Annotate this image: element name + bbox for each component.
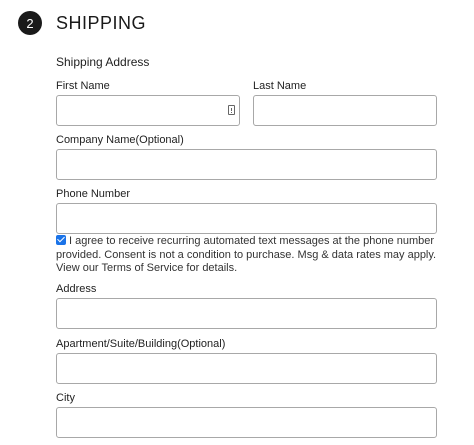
city-input[interactable] bbox=[57, 408, 436, 437]
step-header: 2 SHIPPING bbox=[18, 10, 146, 36]
company-name-field[interactable] bbox=[56, 149, 437, 180]
first-name-field[interactable] bbox=[56, 95, 240, 126]
first-name-input[interactable] bbox=[57, 96, 239, 125]
address-field[interactable] bbox=[56, 298, 437, 329]
section-title: Shipping Address bbox=[56, 55, 150, 69]
company-name-label: Company Name(Optional) bbox=[56, 134, 184, 146]
last-name-input[interactable] bbox=[254, 96, 436, 125]
city-field[interactable] bbox=[56, 407, 437, 438]
phone-number-label: Phone Number bbox=[56, 188, 130, 200]
phone-number-input[interactable] bbox=[57, 204, 436, 233]
sms-consent-checkbox[interactable] bbox=[56, 235, 66, 245]
autofill-card-icon[interactable] bbox=[228, 105, 235, 115]
last-name-field[interactable] bbox=[253, 95, 437, 126]
company-name-input[interactable] bbox=[57, 150, 436, 179]
apartment-input[interactable] bbox=[57, 354, 436, 383]
first-name-label: First Name bbox=[56, 80, 110, 92]
sms-consent: I agree to receive recurring automated t… bbox=[56, 235, 440, 276]
address-label: Address bbox=[56, 283, 97, 295]
sms-consent-text: I agree to receive recurring automated t… bbox=[56, 235, 437, 274]
apartment-field[interactable] bbox=[56, 353, 437, 384]
apartment-label: Apartment/Suite/Building(Optional) bbox=[56, 338, 226, 350]
address-input[interactable] bbox=[57, 299, 436, 328]
step-title: SHIPPING bbox=[56, 12, 147, 33]
city-label: City bbox=[56, 392, 75, 404]
phone-number-field[interactable] bbox=[56, 203, 437, 234]
step-number-badge: 2 bbox=[18, 11, 42, 35]
last-name-label: Last Name bbox=[253, 80, 307, 92]
